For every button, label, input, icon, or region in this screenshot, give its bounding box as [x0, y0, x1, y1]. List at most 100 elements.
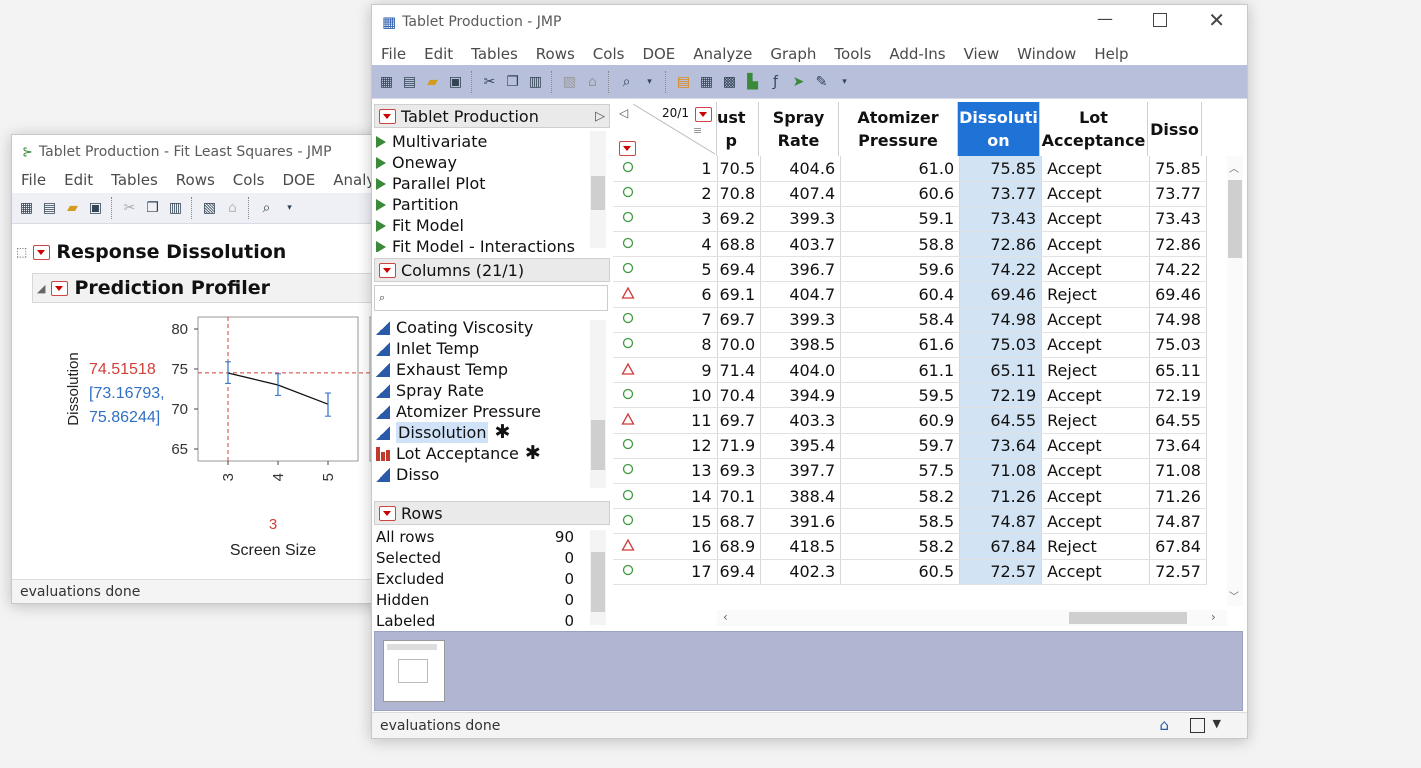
profiler-outline-header[interactable]: ◢ Prediction Profiler: [32, 273, 382, 303]
data-cell[interactable]: 74.87: [1149, 508, 1207, 535]
row-number-cell[interactable]: 9: [635, 357, 718, 384]
paste-icon[interactable]: ▥: [525, 71, 546, 92]
back-cols[interactable]: Cols: [224, 171, 274, 189]
new-table-icon[interactable]: ▦: [16, 198, 37, 219]
data-cell[interactable]: 404.7: [760, 281, 842, 308]
row-number-cell[interactable]: 10: [635, 382, 718, 409]
row-number-cell[interactable]: 16: [635, 533, 718, 560]
column-header[interactable]: Lot Acceptance: [1040, 102, 1148, 156]
columns-header[interactable]: Columns (21/1): [374, 258, 610, 282]
data-cell[interactable]: Reject: [1041, 281, 1151, 308]
scripts-scrollbar[interactable]: [590, 131, 606, 248]
columns-red-triangle-icon[interactable]: [379, 262, 396, 278]
data-cell[interactable]: 65.11: [1149, 357, 1207, 384]
new-script-icon[interactable]: ▤: [399, 71, 420, 92]
table-row[interactable]: 4 68.8 403.7 58.8 72.86 Accept 72.86: [613, 231, 1207, 258]
data-cell[interactable]: 73.64: [1149, 433, 1207, 459]
data-cell[interactable]: 403.3: [760, 407, 842, 434]
rows-red-triangle-icon[interactable]: [379, 505, 396, 521]
data-cell[interactable]: 395.4: [760, 433, 842, 459]
window-menu-chevron-icon[interactable]: ▼: [1213, 717, 1221, 730]
table-row[interactable]: 5 69.4 396.7 59.6 74.22 Accept 74.22: [613, 256, 1207, 283]
table-row[interactable]: 9 71.4 404.0 61.1 65.11 Reject 65.11: [613, 357, 1207, 384]
grid-hscroll-thumb[interactable]: [1069, 612, 1187, 624]
column-item[interactable]: Inlet Temp: [376, 338, 588, 359]
script-item[interactable]: Partition: [376, 194, 586, 215]
data-cell[interactable]: 58.5: [840, 508, 961, 535]
data-cell[interactable]: 69.46: [1149, 281, 1207, 308]
front-help[interactable]: Help: [1085, 45, 1137, 63]
cut-icon[interactable]: ✂: [119, 198, 140, 219]
row-number-cell[interactable]: 8: [635, 332, 718, 359]
front-add-ins[interactable]: Add-Ins: [880, 45, 954, 63]
table-row[interactable]: 11 69.7 403.3 60.9 64.55 Reject 64.55: [613, 407, 1207, 434]
front-rows[interactable]: Rows: [527, 45, 584, 63]
data-cell[interactable]: 73.77: [959, 181, 1043, 207]
row-number-cell[interactable]: 3: [635, 206, 718, 233]
data-cell[interactable]: 75.03: [1149, 332, 1207, 359]
row-number-cell[interactable]: 2: [635, 181, 718, 207]
column-item[interactable]: Dissolution ✱: [376, 422, 588, 443]
data-cell[interactable]: 61.6: [840, 332, 961, 359]
data-cell[interactable]: 70.4: [717, 382, 762, 409]
table-row[interactable]: 16 68.9 418.5 58.2 67.84 Reject 67.84: [613, 533, 1207, 560]
row-number-cell[interactable]: 6: [635, 281, 718, 308]
data-cell[interactable]: 75.03: [959, 332, 1043, 359]
data-cell[interactable]: 73.43: [959, 206, 1043, 233]
script-item[interactable]: Fit Model: [376, 215, 586, 236]
open-icon[interactable]: ▰: [62, 198, 83, 219]
data-cell[interactable]: 403.7: [760, 231, 842, 258]
back-tables[interactable]: Tables: [102, 171, 167, 189]
data-cell[interactable]: 72.19: [1149, 382, 1207, 409]
data-cell[interactable]: 68.9: [717, 533, 762, 560]
data-cell[interactable]: 70.8: [717, 181, 762, 207]
data-cell[interactable]: 68.7: [717, 508, 762, 535]
table-name-header[interactable]: Tablet Production ▷: [374, 104, 610, 128]
minimize-icon[interactable]: —: [1097, 9, 1113, 28]
data-cell[interactable]: 61.1: [840, 357, 961, 384]
data-cell[interactable]: 69.46: [959, 281, 1043, 308]
script-item[interactable]: Fit Model - Interactions: [376, 236, 586, 252]
data-cell[interactable]: 407.4: [760, 181, 842, 207]
data-cell[interactable]: 397.7: [760, 458, 842, 484]
data-cell[interactable]: Accept: [1041, 433, 1151, 459]
front-cols[interactable]: Cols: [584, 45, 634, 63]
data-cell[interactable]: 74.22: [1149, 256, 1207, 283]
column-header[interactable]: Spray Rate: [759, 102, 839, 156]
scroll-up-icon[interactable]: ︿: [1229, 160, 1239, 175]
front-titlebar[interactable]: ▦ Tablet Production - JMP — ✕: [372, 5, 1247, 39]
data-cell[interactable]: 396.7: [760, 256, 842, 283]
data-cell[interactable]: 58.2: [840, 483, 961, 510]
back-edit[interactable]: Edit: [55, 171, 102, 189]
data-cell[interactable]: Accept: [1041, 332, 1151, 359]
back-doe[interactable]: DOE: [273, 171, 324, 189]
rows-scrollbar[interactable]: [590, 530, 606, 625]
table-red-triangle-icon[interactable]: [379, 108, 396, 124]
data-cell[interactable]: 71.26: [1149, 483, 1207, 510]
script-item[interactable]: Oneway: [376, 152, 586, 173]
data-cell[interactable]: Reject: [1041, 407, 1151, 434]
data-cell[interactable]: 398.5: [760, 332, 842, 359]
front-doe[interactable]: DOE: [633, 45, 684, 63]
data-cell[interactable]: 73.43: [1149, 206, 1207, 233]
back-rows[interactable]: Rows: [167, 171, 224, 189]
new-script-icon[interactable]: ▤: [39, 198, 60, 219]
front-graph[interactable]: Graph: [761, 45, 825, 63]
scroll-left-arrow-icon[interactable]: ‹: [723, 610, 728, 624]
toolbar-more-icon[interactable]: ▾: [279, 198, 300, 219]
paste-icon[interactable]: ▥: [165, 198, 186, 219]
data-cell[interactable]: 59.1: [840, 206, 961, 233]
data-cell[interactable]: 70.1: [717, 483, 762, 510]
row-number-cell[interactable]: 1: [635, 156, 718, 182]
data-cell[interactable]: 57.5: [840, 458, 961, 484]
arrow-icon[interactable]: ➤: [788, 71, 809, 92]
row-number-cell[interactable]: 14: [635, 483, 718, 510]
data-cell[interactable]: 65.11: [959, 357, 1043, 384]
column-header[interactable]: Dissoluti on: [958, 102, 1040, 156]
run-script-icon[interactable]: [376, 198, 386, 211]
data-cell[interactable]: 404.6: [760, 156, 842, 182]
scripts-scroll-thumb[interactable]: [591, 176, 605, 210]
columns-scroll-thumb[interactable]: [591, 420, 605, 470]
rows-summary-item[interactable]: Labeled 0: [376, 611, 586, 632]
data-cell[interactable]: 72.86: [1149, 231, 1207, 258]
